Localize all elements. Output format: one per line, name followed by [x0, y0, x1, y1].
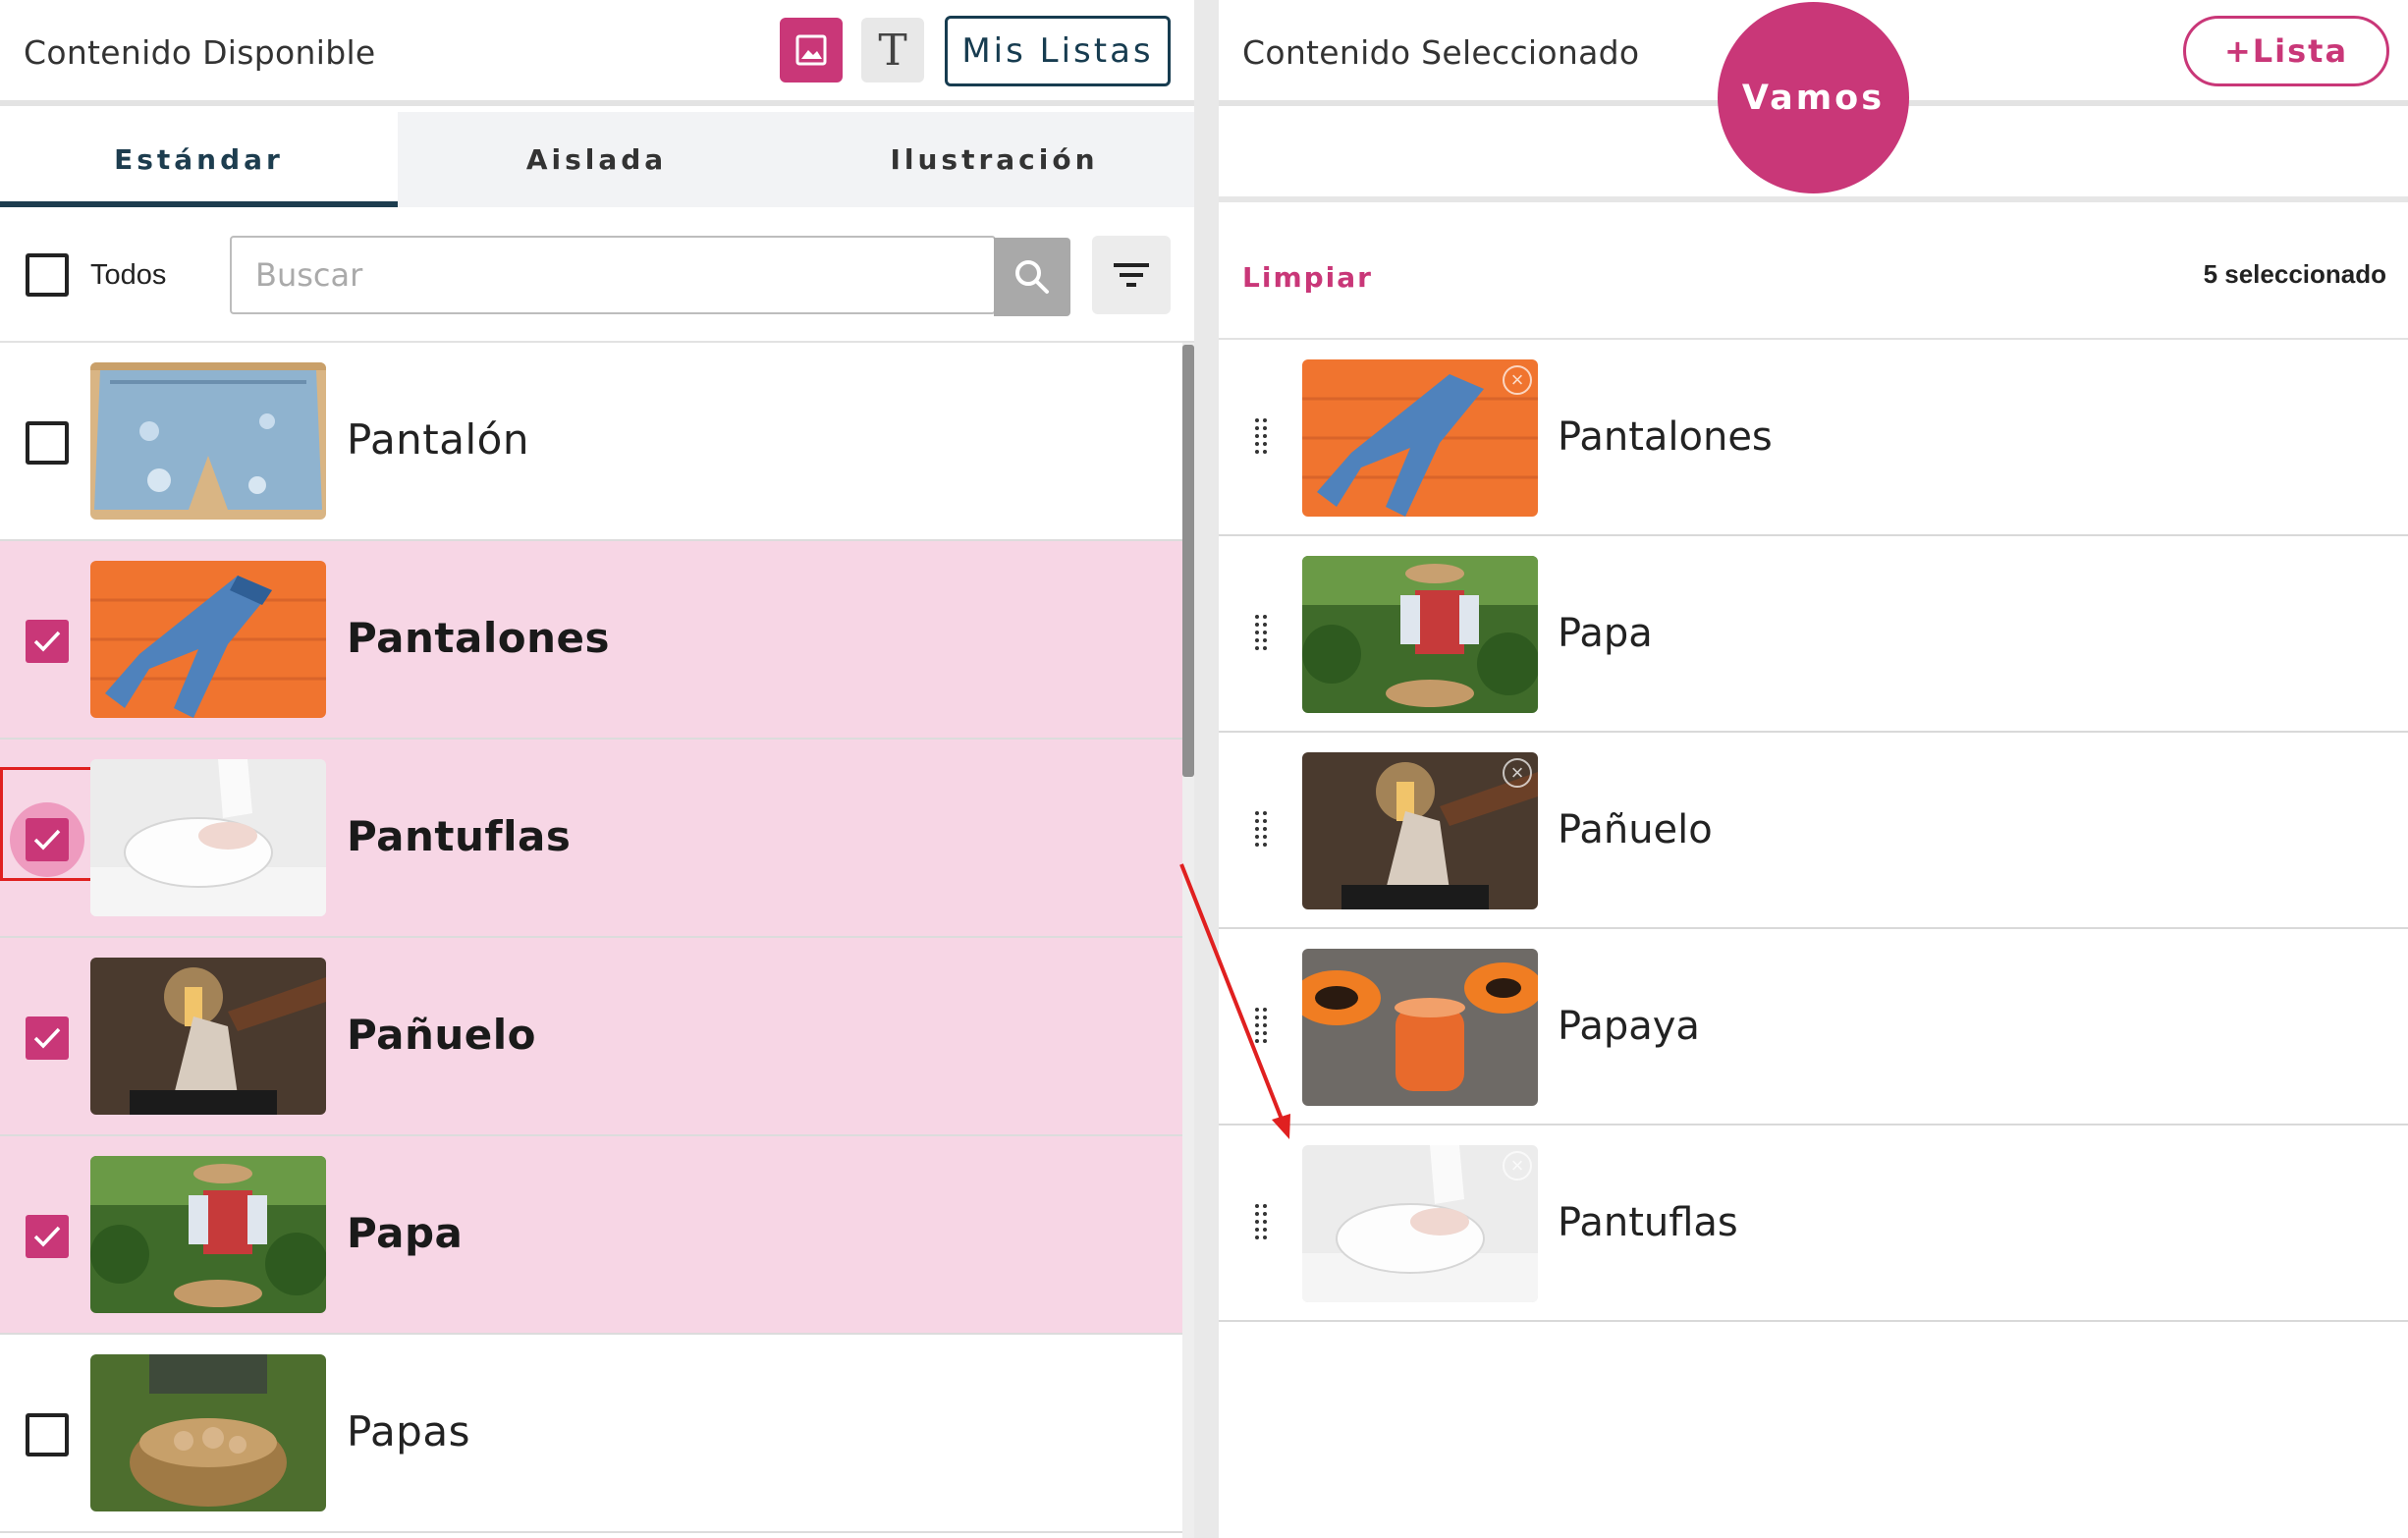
remove-icon[interactable]: ×	[1503, 1151, 1532, 1181]
filter-icon	[1114, 263, 1149, 287]
selected-item[interactable]: Papaya	[1219, 929, 2408, 1126]
denim-shorts-thumbnail	[90, 362, 326, 520]
tab-estandar[interactable]: Estándar	[0, 112, 398, 207]
item-checkbox[interactable]	[26, 1413, 69, 1456]
selected-item-label: Papaya	[1558, 1004, 1700, 1049]
selected-item[interactable]: × Pantuflas	[1219, 1126, 2408, 1322]
drag-handle-icon[interactable]	[1254, 809, 1268, 849]
scrollbar-thumb[interactable]	[1182, 345, 1194, 777]
tab-ilustracion[interactable]: Ilustración	[795, 112, 1193, 207]
jeans-thumbnail: ×	[1302, 359, 1538, 517]
left-header: Contenido Disponible T Mis Listas	[0, 0, 1194, 106]
right-panel-title: Contenido Seleccionado	[1242, 33, 1640, 72]
selected-item-label: Pañuelo	[1558, 807, 1713, 852]
available-content-panel: Contenido Disponible T Mis Listas Estánd…	[0, 0, 1194, 1538]
text-mode-button[interactable]: T	[861, 18, 924, 82]
search-toolbar: Todos	[0, 207, 1194, 343]
item-label: Pañuelo	[347, 1011, 537, 1059]
selected-item[interactable]: Papa	[1219, 536, 2408, 733]
selected-item[interactable]: × Pantalones	[1219, 340, 2408, 536]
jeans-thumbnail	[90, 561, 326, 718]
tissue-thumbnail: ×	[1302, 752, 1538, 909]
select-all-checkbox[interactable]	[26, 253, 69, 297]
checkmark-icon	[33, 631, 61, 652]
text-t-icon: T	[878, 25, 907, 76]
slippers-thumbnail: ×	[1302, 1145, 1538, 1302]
item-checkbox[interactable]	[26, 620, 69, 663]
image-icon	[795, 34, 827, 66]
add-list-button[interactable]: +Lista	[2183, 16, 2389, 86]
drag-handle-icon[interactable]	[1254, 1006, 1268, 1045]
search-icon	[1015, 260, 1049, 294]
selected-items-list: × Pantalones Papa × Pañuelo Papaya × Pan…	[1219, 340, 2408, 1322]
remove-icon[interactable]: ×	[1503, 365, 1532, 395]
search-input[interactable]	[232, 238, 994, 312]
selected-item-label: Pantalones	[1558, 414, 1773, 460]
list-item[interactable]: Pantalones	[0, 541, 1182, 740]
selected-item-label: Papa	[1558, 611, 1653, 656]
available-items-list: Pantalón Pantalones Pantuflas Pañuelo Pa…	[0, 343, 1182, 1533]
selected-content-panel: Contenido Seleccionado +Lista Limpiar 5 …	[1219, 0, 2408, 1538]
annotation-highlight-box	[0, 767, 97, 881]
tab-aislada[interactable]: Aislada	[398, 112, 795, 207]
clear-button[interactable]: Limpiar	[1242, 261, 1373, 294]
select-all-label: Todos	[90, 259, 167, 291]
remove-icon[interactable]: ×	[1503, 758, 1532, 788]
farmer-potatoes-thumbnail	[90, 1156, 326, 1313]
search-box	[230, 236, 1070, 316]
slippers-thumbnail	[90, 759, 326, 916]
vamos-button[interactable]: Vamos	[1718, 2, 1909, 193]
selected-count: 5 seleccionado	[2203, 259, 2386, 289]
drag-handle-icon[interactable]	[1254, 416, 1268, 456]
list-scrollbar[interactable]	[1182, 343, 1194, 1538]
list-item[interactable]: Pañuelo	[0, 938, 1182, 1136]
panel-divider	[1194, 0, 1219, 1538]
mis-listas-button[interactable]: Mis Listas	[945, 16, 1171, 86]
style-tabs: Estándar Aislada Ilustración	[0, 112, 1194, 207]
item-checkbox[interactable]	[26, 1215, 69, 1258]
list-item[interactable]: Pantalón	[0, 343, 1182, 541]
list-item[interactable]: Papas	[0, 1335, 1182, 1533]
checkmark-icon	[33, 1226, 61, 1247]
papaya-thumbnail	[1302, 949, 1538, 1106]
list-item[interactable]: Pantuflas	[0, 740, 1182, 938]
search-button[interactable]	[994, 238, 1070, 316]
selection-bar: Limpiar 5 seleccionado	[1219, 208, 2408, 340]
checkmark-icon	[33, 1027, 61, 1049]
tissue-thumbnail	[90, 958, 326, 1115]
list-item[interactable]: Papa	[0, 1136, 1182, 1335]
item-checkbox[interactable]	[26, 1016, 69, 1060]
item-checkbox[interactable]	[26, 421, 69, 465]
item-label: Papa	[347, 1209, 464, 1257]
drag-handle-icon[interactable]	[1254, 1202, 1268, 1241]
image-mode-button[interactable]	[780, 18, 843, 82]
item-label: Pantalón	[347, 415, 529, 464]
filter-button[interactable]	[1092, 236, 1171, 314]
drag-handle-icon[interactable]	[1254, 613, 1268, 652]
item-label: Papas	[347, 1407, 470, 1456]
farmer-potatoes-thumbnail	[1302, 556, 1538, 713]
item-label: Pantuflas	[347, 812, 572, 860]
selected-item-label: Pantuflas	[1558, 1200, 1738, 1245]
selected-item[interactable]: × Pañuelo	[1219, 733, 2408, 929]
left-panel-title: Contenido Disponible	[24, 33, 376, 72]
item-label: Pantalones	[347, 614, 610, 662]
potato-basket-thumbnail	[90, 1354, 326, 1511]
